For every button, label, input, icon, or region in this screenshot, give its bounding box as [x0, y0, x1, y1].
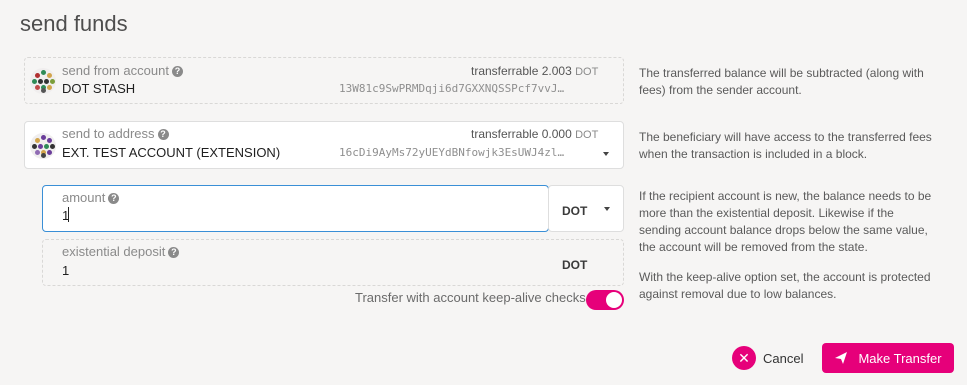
- from-account-address: 13W81c9SwPRMDqji6d7GXXNQSSPcf7vvJ…: [339, 82, 565, 95]
- to-transferrable: transferrable 0.000 DOT: [471, 127, 599, 141]
- cancel-label: Cancel: [763, 350, 804, 366]
- amount-unit[interactable]: DOT: [562, 204, 587, 218]
- text-cursor: [68, 207, 69, 222]
- help-icon[interactable]: ?: [108, 193, 120, 204]
- chevron-down-icon[interactable]: [603, 152, 609, 156]
- to-account-identicon: [30, 133, 56, 159]
- page-title: send funds: [20, 11, 128, 36]
- send-icon: [835, 352, 848, 364]
- existential-deposit-unit: DOT: [562, 258, 588, 272]
- help-icon[interactable]: ?: [168, 247, 180, 258]
- to-help-text: The beneficiary will have access to the …: [639, 130, 932, 161]
- make-transfer-label: Make Transfer: [858, 350, 942, 366]
- from-transferrable: transferrable 2.003 DOT: [471, 64, 599, 78]
- help-icon[interactable]: ?: [171, 66, 183, 77]
- from-account-name: DOT STASH: [62, 81, 136, 96]
- keepalive-label: Transfer with account keep-alive checks: [355, 290, 586, 305]
- to-account-address: 16cDi9AyMs72yUEYdBNfowjk3EsUWJ4zl…: [339, 146, 565, 159]
- keepalive-toggle[interactable]: [586, 290, 624, 310]
- chevron-down-icon[interactable]: [604, 207, 610, 211]
- keepalive-help-text: With the keep-alive option set, the acco…: [639, 270, 931, 301]
- amount-label: amount?: [62, 190, 120, 205]
- from-help-text: The transferred balance will be subtract…: [639, 66, 924, 97]
- to-account-name: EXT. TEST ACCOUNT (EXTENSION): [62, 145, 281, 160]
- send-from-label: send from account?: [62, 63, 183, 78]
- existential-deposit-label: existential deposit?: [62, 244, 180, 259]
- from-account-identicon: [30, 68, 56, 94]
- toggle-knob: [606, 292, 622, 308]
- amount-help-text: If the recipient account is new, the bal…: [639, 189, 932, 254]
- send-to-label: send to address?: [62, 126, 169, 141]
- help-icon[interactable]: ?: [157, 129, 169, 140]
- existential-deposit-value: 1: [62, 263, 70, 278]
- close-icon: ✕: [732, 346, 756, 370]
- cancel-button[interactable]: ✕ Cancel: [732, 345, 803, 371]
- make-transfer-button[interactable]: Make Transfer: [822, 343, 954, 373]
